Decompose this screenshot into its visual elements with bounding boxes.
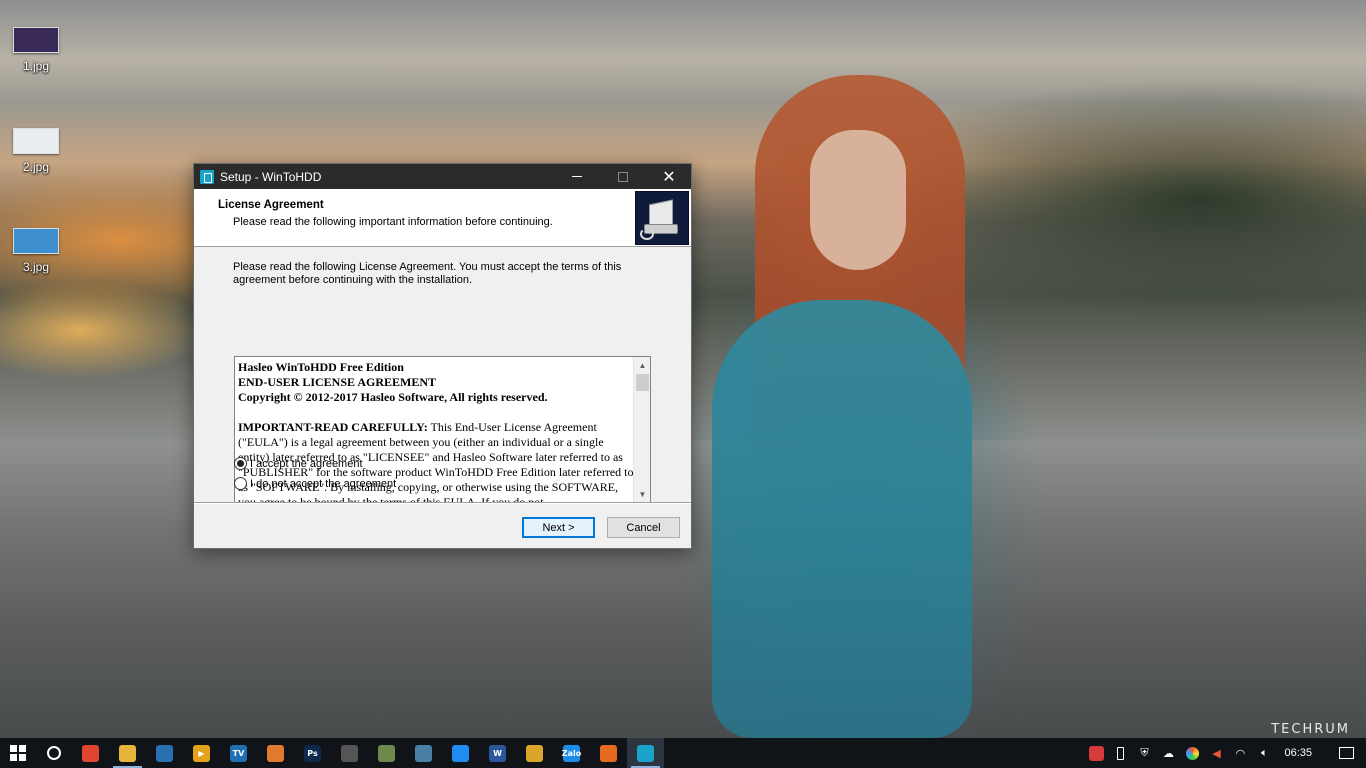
media-player-icon: ▶ xyxy=(193,744,210,762)
zalo-icon: Zalo xyxy=(562,744,581,762)
wallpaper-figure-face xyxy=(810,130,906,270)
taskbar-app-word[interactable]: W xyxy=(479,738,516,768)
file-explorer-icon xyxy=(119,744,136,762)
shield-icon[interactable]: ⛨ xyxy=(1132,738,1156,768)
accept-agreement-label[interactable]: I accept the agreement xyxy=(250,458,363,470)
minimize-button[interactable] xyxy=(554,164,600,189)
clock[interactable]: 06:35 xyxy=(1276,747,1326,759)
desktop-icon-1jpg[interactable]: 1.jpg xyxy=(8,27,64,73)
desktop-icon-label: 3.jpg xyxy=(22,260,50,274)
dialog-titlebar[interactable]: Setup - WinToHDD ✕ xyxy=(194,164,691,189)
desktop-icon-label: 2.jpg xyxy=(22,160,50,174)
taskbar-app-wintohdd[interactable] xyxy=(627,738,664,768)
speaker-icon[interactable]: 🔈︎ xyxy=(1252,738,1276,768)
taskbar-app-photoshop[interactable]: Ps xyxy=(294,738,331,768)
taskbar-app-davinci[interactable] xyxy=(331,738,368,768)
vivaldi-icon[interactable] xyxy=(1084,738,1108,768)
close-icon: ✕ xyxy=(662,168,676,186)
taskbar-app-media-player[interactable]: ▶ xyxy=(183,738,220,768)
eula-product-line: Hasleo WinToHDD Free Edition xyxy=(238,360,404,374)
close-button[interactable]: ✕ xyxy=(646,164,692,189)
scroll-up-arrow-icon[interactable]: ▲ xyxy=(634,357,650,374)
license-scrollbar[interactable]: ▲ ▼ xyxy=(633,357,650,503)
paint-app-icon xyxy=(378,744,395,762)
network-app-icon xyxy=(415,744,432,762)
wintohdd-icon xyxy=(637,744,654,762)
page-title: License Agreement xyxy=(218,199,324,211)
maximize-icon xyxy=(618,171,628,182)
wallpaper-figure-dress xyxy=(712,300,972,738)
eula-heading: END-USER LICENSE AGREEMENT xyxy=(238,375,437,389)
taskbar-app-network-app[interactable] xyxy=(405,738,442,768)
page-subtitle: Please read the following important info… xyxy=(233,216,553,228)
system-tray: ⛨ ☁ ◀ ◠ 🔈︎ 06:35 xyxy=(1084,738,1366,768)
taskbar: ▶ TV Ps W Zalo ⛨ ☁ ◀ ◠ 🔈︎ 06:35 xyxy=(0,738,1366,768)
taskbar-app-sublime-app[interactable] xyxy=(257,738,294,768)
image-thumbnail-icon xyxy=(13,228,59,254)
wintohdd-app-icon xyxy=(200,169,214,184)
radio-checked-icon[interactable] xyxy=(234,457,247,470)
cortana-icon xyxy=(47,746,61,760)
wizard-header: License Agreement Please read the follow… xyxy=(194,189,691,247)
colorful-icon[interactable] xyxy=(1180,738,1204,768)
messenger-icon xyxy=(452,744,469,762)
photoshop-icon: Ps xyxy=(304,744,321,762)
firefox-icon xyxy=(600,744,617,762)
volume-muted-icon[interactable]: ◀ xyxy=(1204,738,1228,768)
word-icon: W xyxy=(489,744,506,762)
wizard-logo-icon xyxy=(635,191,689,245)
minimize-icon xyxy=(572,176,582,177)
desktop-icon-2jpg[interactable]: 2.jpg xyxy=(8,128,64,174)
decline-agreement-radio[interactable]: I do not accept the agreement xyxy=(234,477,396,490)
taskbar-app-paint-app[interactable] xyxy=(368,738,405,768)
action-center-button[interactable] xyxy=(1326,738,1366,768)
next-button[interactable]: Next > xyxy=(522,517,595,538)
radio-unchecked-icon[interactable] xyxy=(234,477,247,490)
desktop-icon-3jpg[interactable]: 3.jpg xyxy=(8,228,64,274)
windows-logo-icon xyxy=(10,745,26,761)
taskbar-app-firefox[interactable] xyxy=(590,738,627,768)
cloud-sync-icon[interactable]: ☁ xyxy=(1156,738,1180,768)
chrome-icon xyxy=(526,744,543,762)
watermark: TECHRUM xyxy=(1271,722,1350,737)
scroll-down-arrow-icon[interactable]: ▼ xyxy=(634,486,650,503)
sublime-app-icon xyxy=(267,744,284,762)
go-tv-icon: TV xyxy=(230,744,247,762)
notification-icon xyxy=(1338,747,1354,759)
taskbar-app-go-tv[interactable]: TV xyxy=(220,738,257,768)
taskbar-app-chrome-canary[interactable] xyxy=(72,738,109,768)
wizard-body: Please read the following License Agreem… xyxy=(194,247,691,559)
cortana-button[interactable] xyxy=(36,738,72,768)
taskbar-app-file-explorer[interactable] xyxy=(109,738,146,768)
maximize-button[interactable] xyxy=(600,164,646,189)
image-thumbnail-icon xyxy=(13,128,59,154)
virtualbox-icon xyxy=(156,744,173,762)
eula-copyright: Copyright © 2012-2017 Hasleo Software, A… xyxy=(238,390,548,404)
taskbar-app-chrome[interactable] xyxy=(516,738,553,768)
taskbar-apps: ▶ TV Ps W Zalo xyxy=(72,738,664,768)
davinci-icon xyxy=(341,744,358,762)
cancel-button[interactable]: Cancel xyxy=(607,517,680,538)
taskbar-app-virtualbox[interactable] xyxy=(146,738,183,768)
desktop-icon-label: 1.jpg xyxy=(22,59,50,73)
accept-agreement-radio[interactable]: I accept the agreement xyxy=(234,457,363,470)
start-button[interactable] xyxy=(0,738,36,768)
footer-divider xyxy=(194,502,691,503)
wifi-icon[interactable]: ◠ xyxy=(1228,738,1252,768)
taskbar-app-zalo[interactable]: Zalo xyxy=(553,738,590,768)
taskbar-app-messenger[interactable] xyxy=(442,738,479,768)
dialog-title: Setup - WinToHDD xyxy=(220,169,322,184)
image-thumbnail-icon xyxy=(13,27,59,53)
license-intro-text: Please read the following License Agreem… xyxy=(233,261,622,286)
chrome-canary-icon xyxy=(82,744,99,762)
setup-dialog: Setup - WinToHDD ✕ License Agreement Ple… xyxy=(193,163,692,549)
decline-agreement-label[interactable]: I do not accept the agreement xyxy=(250,478,396,490)
scrollbar-thumb[interactable] xyxy=(636,374,649,391)
eula-lead-bold: IMPORTANT-READ CAREFULLY: xyxy=(238,420,428,434)
usb-icon[interactable] xyxy=(1108,738,1132,768)
